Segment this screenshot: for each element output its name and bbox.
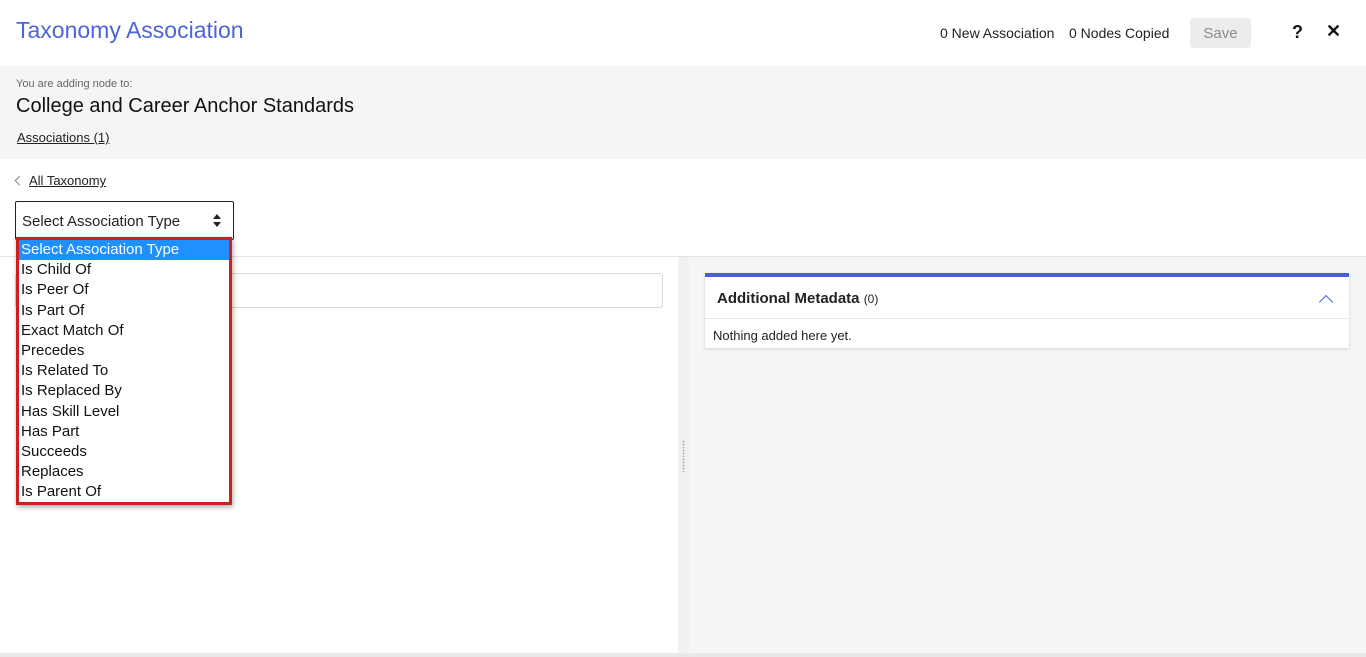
save-button[interactable]: Save: [1190, 18, 1251, 48]
additional-metadata-card: Additional Metadata (0) Nothing added he…: [705, 273, 1349, 348]
association-type-dropdown: Select Association Type Is Child Of Is Pee…: [16, 237, 232, 505]
close-icon[interactable]: ✕: [1326, 21, 1341, 42]
association-option[interactable]: Is Peer Of: [19, 280, 229, 300]
association-option[interactable]: Exact Match Of: [19, 321, 229, 341]
metadata-count: (0): [863, 292, 879, 306]
association-option[interactable]: Is Parent Of: [19, 482, 229, 502]
help-icon[interactable]: ?: [1292, 22, 1303, 43]
target-node-title: College and Career Anchor Standards: [16, 95, 354, 117]
metadata-card-header[interactable]: Additional Metadata (0): [705, 277, 1349, 319]
metadata-empty-message: Nothing added here yet.: [713, 328, 852, 343]
new-association-count: 0 New Association: [940, 25, 1055, 41]
association-option[interactable]: Has Part: [19, 422, 229, 442]
association-option[interactable]: Is Replaced By: [19, 381, 229, 401]
association-type-select[interactable]: Select Association Type: [15, 201, 234, 240]
back-to-all-taxonomy[interactable]: All Taxonomy: [14, 173, 107, 188]
drag-handle-icon: [682, 440, 685, 472]
app-header: Taxonomy Association 0 New Association 0…: [0, 0, 1366, 66]
context-banner: You are adding node to: College and Care…: [0, 66, 1366, 159]
association-option[interactable]: Is Related To: [19, 361, 229, 381]
page-title: Taxonomy Association: [16, 17, 244, 43]
associations-link[interactable]: Associations (1): [17, 130, 109, 145]
association-option[interactable]: Succeeds: [19, 442, 229, 462]
association-type-selected-value: Select Association Type: [22, 213, 181, 230]
chevron-left-icon: [14, 175, 25, 186]
select-arrows-icon: [213, 214, 221, 228]
chevron-up-icon[interactable]: [1318, 294, 1334, 310]
metadata-title: Additional Metadata (0): [717, 290, 878, 307]
association-type-options: Select Association Type Is Child Of Is Pee…: [19, 240, 229, 502]
metadata-title-text: Additional Metadata: [717, 290, 860, 307]
association-option[interactable]: Replaces: [19, 462, 229, 482]
adding-node-label: You are adding node to:: [16, 78, 133, 90]
back-link-label: All Taxonomy: [29, 173, 107, 188]
bottom-edge: [0, 653, 1366, 657]
nodes-copied-count: 0 Nodes Copied: [1069, 25, 1170, 41]
metadata-panel: Additional Metadata (0) Nothing added he…: [689, 257, 1366, 657]
association-option[interactable]: Select Association Type: [19, 240, 229, 261]
association-option[interactable]: Has Skill Level: [19, 402, 229, 422]
association-option[interactable]: Is Part Of: [19, 301, 229, 321]
association-option[interactable]: Is Child Of: [19, 260, 229, 280]
association-option[interactable]: Precedes: [19, 341, 229, 361]
panel-splitter[interactable]: [678, 257, 689, 657]
